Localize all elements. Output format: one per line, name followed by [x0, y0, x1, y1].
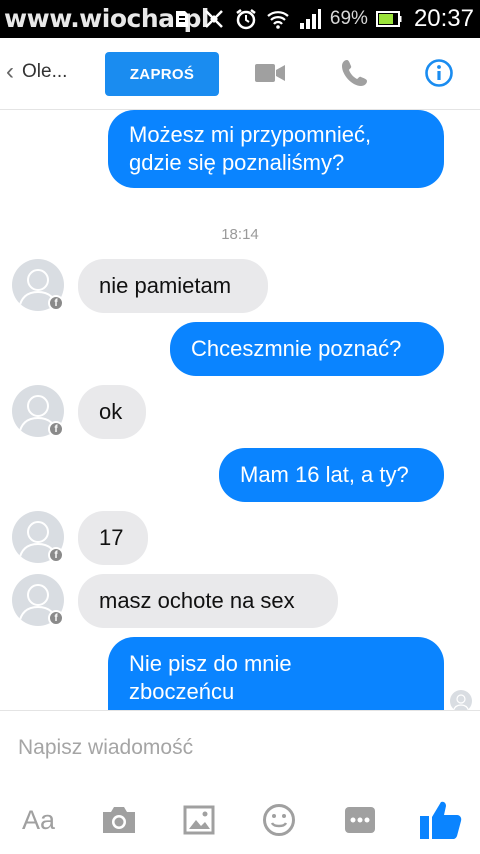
- gallery-icon[interactable]: [183, 795, 215, 845]
- contact-name: Ole...: [22, 61, 68, 82]
- alarm-icon: [234, 7, 258, 31]
- back-button[interactable]: ‹ Ole...: [6, 60, 67, 84]
- message-outgoing[interactable]: Chceszmnie poznać?: [170, 322, 444, 376]
- facebook-badge-icon: f: [48, 610, 64, 626]
- facebook-badge-icon: f: [48, 421, 64, 437]
- facebook-badge-icon: f: [48, 295, 64, 311]
- timestamp: 18:14: [221, 226, 259, 243]
- phone-call-icon[interactable]: [340, 58, 370, 93]
- compose-toolbar: Aa: [0, 795, 480, 845]
- message-list[interactable]: Możesz mi przypomnieć, gdzie się poznali…: [0, 110, 480, 710]
- notification-icon: [170, 7, 194, 31]
- chevron-left-icon: ‹: [6, 58, 14, 85]
- battery-percent: 69%: [329, 8, 368, 29]
- signal-icon: [298, 7, 322, 31]
- battery-icon: [375, 7, 402, 31]
- compose-area: Aa: [0, 710, 480, 854]
- emoji-icon[interactable]: [262, 795, 296, 845]
- info-icon[interactable]: [424, 58, 454, 93]
- camera-icon[interactable]: [100, 795, 138, 845]
- message-incoming[interactable]: masz ochote na sex: [78, 574, 338, 628]
- no-sound-icon: [202, 7, 226, 31]
- invite-button[interactable]: ZAPROŚ: [105, 52, 219, 96]
- message-outgoing[interactable]: Możesz mi przypomnieć, gdzie się poznali…: [108, 110, 444, 188]
- message-incoming[interactable]: nie pamietam: [78, 259, 268, 313]
- seen-avatar: [450, 690, 472, 710]
- status-icons: 69% 20:37: [170, 0, 474, 38]
- message-outgoing[interactable]: Nie pisz do mnie zboczeńcu: [108, 637, 444, 710]
- clock: 20:37: [413, 5, 474, 32]
- message-incoming[interactable]: 17: [78, 511, 148, 565]
- more-icon[interactable]: [343, 795, 377, 845]
- status-bar: www.wiocha.pl 69% 20:37: [0, 0, 480, 38]
- text-format-button[interactable]: Aa: [22, 795, 55, 845]
- wifi-icon: [266, 7, 290, 31]
- message-outgoing[interactable]: Mam 16 lat, a ty?: [219, 448, 444, 502]
- message-incoming[interactable]: ok: [78, 385, 146, 439]
- video-call-icon[interactable]: [254, 60, 286, 91]
- facebook-badge-icon: f: [48, 547, 64, 563]
- message-input[interactable]: [18, 733, 458, 763]
- like-icon[interactable]: [418, 795, 462, 845]
- conversation-header: ‹ Ole... ZAPROŚ: [0, 38, 480, 110]
